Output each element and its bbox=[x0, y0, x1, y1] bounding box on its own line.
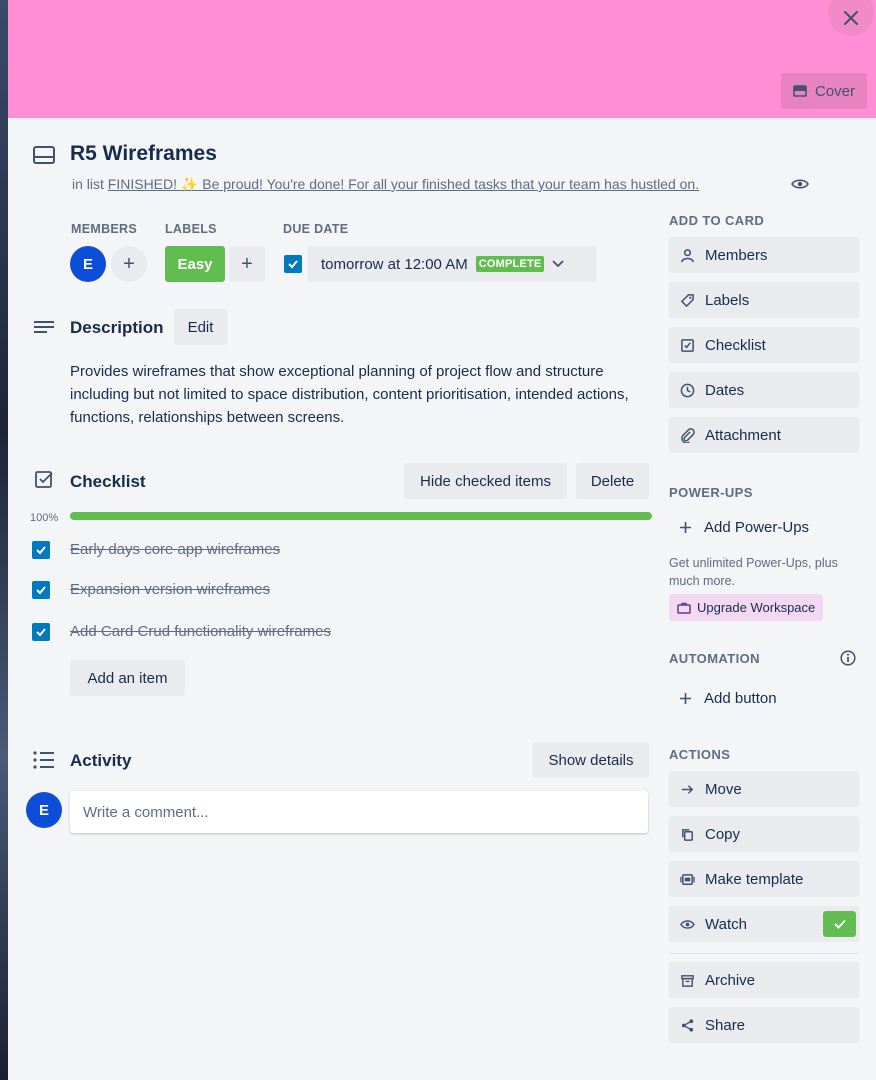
activity-list-icon bbox=[32, 748, 56, 772]
sidebar-dates-button[interactable]: Dates bbox=[669, 372, 859, 408]
comment-avatar[interactable]: E bbox=[26, 792, 62, 828]
card-title[interactable]: R5 Wireframes bbox=[70, 142, 217, 166]
move-label: Move bbox=[705, 780, 742, 798]
in-list-prefix: in list bbox=[72, 176, 104, 192]
arrow-right-icon bbox=[679, 781, 695, 797]
edit-description-button[interactable]: Edit bbox=[174, 309, 227, 345]
checklist-progress-fill bbox=[70, 512, 652, 520]
archive-icon bbox=[679, 972, 695, 988]
activity-title: Activity bbox=[70, 751, 132, 770]
checklist-title: Checklist bbox=[70, 472, 146, 491]
plus-icon bbox=[679, 521, 692, 534]
copy-label: Copy bbox=[705, 825, 741, 843]
template-icon bbox=[679, 871, 695, 887]
labels-heading: LABELS bbox=[165, 222, 217, 236]
description-icon bbox=[32, 316, 56, 340]
info-icon[interactable] bbox=[839, 649, 857, 667]
make-template-button[interactable]: Make template bbox=[669, 861, 859, 897]
member-avatar[interactable]: E bbox=[70, 246, 106, 282]
sidebar-labels-button[interactable]: Labels bbox=[669, 282, 859, 318]
add-member-button[interactable]: + bbox=[111, 246, 147, 282]
paperclip-icon bbox=[679, 427, 695, 443]
archive-button[interactable]: Archive bbox=[669, 962, 859, 998]
actions-heading: ACTIONS bbox=[669, 747, 731, 762]
card-icon bbox=[32, 143, 56, 167]
description-title: Description bbox=[70, 318, 164, 337]
close-icon bbox=[844, 11, 858, 25]
sidebar-checklist-label: Checklist bbox=[705, 336, 766, 354]
sidebar-attachment-label: Attachment bbox=[705, 426, 781, 444]
checklist-item-text[interactable]: Expansion version wireframes bbox=[70, 581, 270, 598]
checklist-item-checkbox[interactable] bbox=[32, 581, 50, 599]
card-detail-modal: Cover R5 Wireframes in list FINISHED! ✨ … bbox=[8, 0, 876, 1080]
in-list-line: in list FINISHED! ✨ Be proud! You're don… bbox=[72, 176, 699, 193]
checklist-item-text[interactable]: Add Card Crud functionality wireframes bbox=[70, 623, 331, 640]
share-button[interactable]: Share bbox=[669, 1007, 859, 1043]
card-cover-icon bbox=[793, 84, 807, 98]
copy-icon bbox=[679, 826, 695, 842]
cover-button[interactable]: Cover bbox=[781, 73, 867, 109]
add-power-ups-label: Add Power-Ups bbox=[704, 518, 810, 536]
checklist-progress-bar bbox=[70, 512, 652, 520]
chevron-down-icon bbox=[552, 260, 565, 268]
label-easy[interactable]: Easy bbox=[165, 246, 225, 282]
due-status-badge: COMPLETE bbox=[475, 256, 545, 272]
members-heading: MEMBERS bbox=[71, 222, 137, 236]
add-power-ups-button[interactable]: Add Power-Ups bbox=[669, 509, 859, 545]
watching-check-badge bbox=[823, 911, 856, 937]
add-automation-button[interactable]: Add button bbox=[669, 680, 859, 716]
move-button[interactable]: Move bbox=[669, 771, 859, 807]
checklist-item-checkbox[interactable] bbox=[32, 623, 50, 641]
sidebar-members-label: Members bbox=[705, 246, 768, 264]
plus-icon bbox=[679, 692, 692, 705]
share-icon bbox=[679, 1017, 695, 1033]
delete-checklist-button[interactable]: Delete bbox=[576, 463, 649, 499]
make-template-label: Make template bbox=[705, 870, 804, 888]
briefcase-icon bbox=[677, 602, 691, 614]
power-ups-heading: POWER-UPS bbox=[669, 485, 753, 500]
upgrade-workspace-label: Upgrade Workspace bbox=[697, 600, 816, 615]
add-label-button[interactable]: + bbox=[229, 246, 265, 282]
description-text[interactable]: Provides wireframes that show exceptiona… bbox=[70, 360, 660, 429]
checklist-icon bbox=[679, 337, 695, 353]
add-button-label: Add button bbox=[704, 689, 777, 707]
tag-icon bbox=[679, 292, 695, 308]
list-name-link[interactable]: FINISHED! ✨ Be proud! You're done! For a… bbox=[108, 176, 699, 192]
eye-icon bbox=[679, 916, 695, 932]
cover-button-label: Cover bbox=[814, 82, 855, 100]
show-details-button[interactable]: Show details bbox=[533, 742, 649, 778]
watching-eye-icon bbox=[790, 175, 810, 193]
sidebar-checklist-button[interactable]: Checklist bbox=[669, 327, 859, 363]
automation-heading: AUTOMATION bbox=[669, 651, 760, 666]
sidebar-labels-label: Labels bbox=[705, 291, 750, 309]
due-date-button[interactable]: tomorrow at 12:00 AM COMPLETE bbox=[307, 246, 597, 282]
clock-icon bbox=[679, 382, 695, 398]
due-date-heading: DUE DATE bbox=[283, 222, 349, 236]
watch-label: Watch bbox=[705, 915, 747, 933]
checklist-progress-percent: 100% bbox=[30, 512, 59, 524]
hide-checked-items-button[interactable]: Hide checked items bbox=[404, 463, 567, 499]
add-to-card-heading: ADD TO CARD bbox=[669, 213, 765, 228]
sidebar-dates-label: Dates bbox=[705, 381, 745, 399]
share-label: Share bbox=[705, 1016, 746, 1034]
sidebar-attachment-button[interactable]: Attachment bbox=[669, 417, 859, 453]
actions-divider bbox=[669, 953, 859, 954]
due-date-value: tomorrow at 12:00 AM bbox=[321, 255, 468, 273]
due-date-checkbox[interactable] bbox=[284, 255, 302, 273]
archive-label: Archive bbox=[705, 971, 756, 989]
comment-input[interactable]: Write a comment... bbox=[70, 791, 648, 833]
checklist-item-checkbox[interactable] bbox=[32, 541, 50, 559]
add-checklist-item-button[interactable]: Add an item bbox=[70, 660, 185, 696]
sidebar-members-button[interactable]: Members bbox=[669, 237, 859, 273]
person-icon bbox=[679, 247, 695, 263]
checklist-item-text[interactable]: Early days core app wireframes bbox=[70, 541, 280, 558]
copy-button[interactable]: Copy bbox=[669, 816, 859, 852]
upgrade-workspace-button[interactable]: Upgrade Workspace bbox=[669, 594, 823, 621]
checklist-icon bbox=[32, 468, 56, 492]
power-ups-note: Get unlimited Power-Ups, plus much more. bbox=[669, 556, 838, 588]
card-cover bbox=[8, 0, 876, 118]
